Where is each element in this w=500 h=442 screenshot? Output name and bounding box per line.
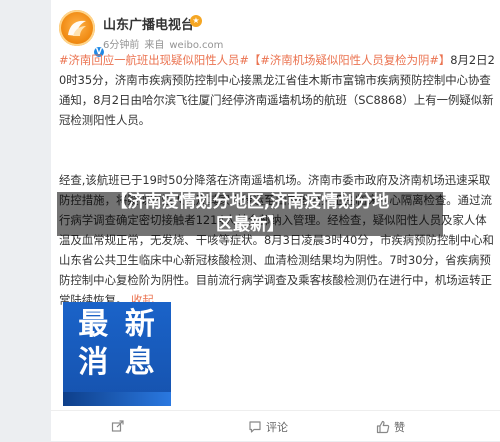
overlay-title-line1: 【济南疫情划分地区,济南疫情划分地 <box>110 192 390 212</box>
image-text-line2: 消 息 <box>78 345 158 380</box>
post-body: #济南回应一航班出现疑似阳性人员#【#济南机场疑似阳性人员复检为阴#】8月2日2… <box>59 50 495 310</box>
thumbs-up-icon <box>376 420 390 434</box>
image-text-line1: 最 新 <box>78 307 158 342</box>
hashtag-link[interactable]: #济南回应一航班出现疑似阳性人员# <box>59 53 249 67</box>
overlay-title-line2: 区最新】 <box>216 215 284 235</box>
post-header: V 山东广播电视台 ★ 6分钟前 来自 weibo.com <box>51 0 500 58</box>
like-button[interactable]: 赞 <box>376 419 405 435</box>
comment-button[interactable]: 评论 <box>248 419 288 435</box>
share-icon <box>111 420 124 432</box>
share-button[interactable] <box>111 419 129 433</box>
post-image[interactable]: 最 新 消 息 <box>63 302 171 406</box>
author-name[interactable]: 山东广播电视台 <box>103 14 194 33</box>
avatar[interactable]: V <box>59 10 105 58</box>
image-stripe <box>63 392 171 406</box>
like-label: 赞 <box>394 421 405 434</box>
comment-icon <box>249 421 261 433</box>
action-bar: 评论 赞 <box>51 410 500 442</box>
overlay-title: 【济南疫情划分地区,济南疫情划分地 区最新】 <box>57 191 443 237</box>
post-meta: 6分钟前 来自 weibo.com <box>103 36 228 51</box>
comment-label: 评论 <box>266 421 288 434</box>
v-badge-icon: ★ <box>190 15 202 27</box>
tv-logo-icon <box>68 20 86 36</box>
post-paragraph-1: #济南回应一航班出现疑似阳性人员#【#济南机场疑似阳性人员复检为阴#】8月2日2… <box>59 50 495 130</box>
hashtag-link[interactable]: 【#济南机场疑似阳性人员复检为阴#】 <box>249 53 450 67</box>
screenshot-frame: V 山东广播电视台 ★ 6分钟前 来自 weibo.com #济南回应一航班出现疑似… <box>0 0 500 441</box>
